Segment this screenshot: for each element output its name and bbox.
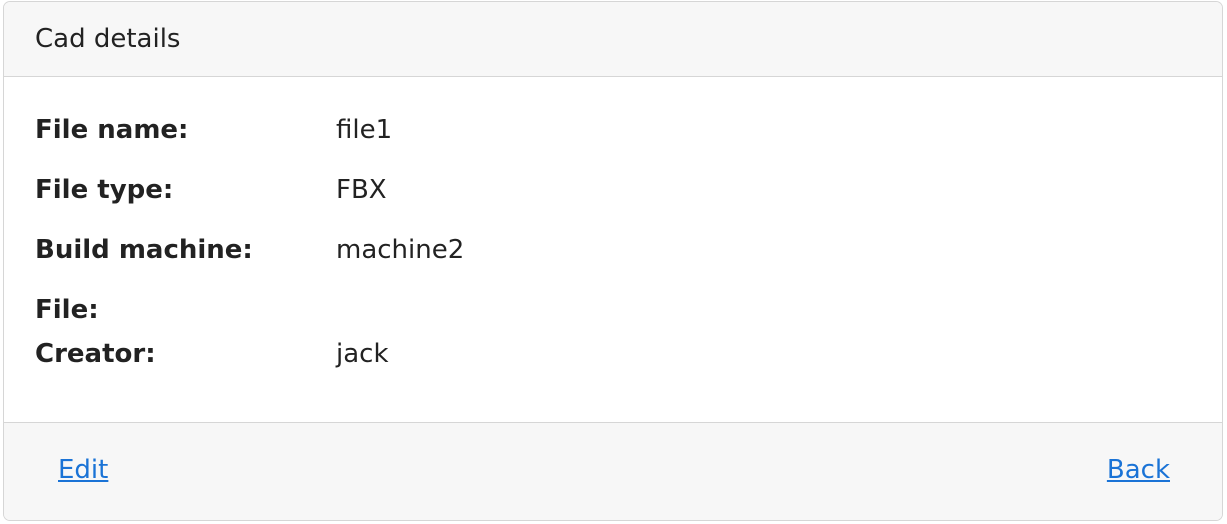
edit-link[interactable]: Edit	[58, 455, 108, 485]
card-footer: Edit Back	[4, 422, 1222, 520]
detail-label: File name:	[35, 115, 189, 145]
card-body: File name: file1 File type: FBX Build ma…	[4, 77, 1222, 423]
back-link[interactable]: Back	[1107, 455, 1170, 485]
detail-row-file-name: File name: file1	[35, 115, 392, 145]
detail-label: Build machine:	[35, 235, 253, 265]
detail-label: Creator:	[35, 339, 156, 369]
detail-value: jack	[336, 339, 389, 369]
cad-details-card: Cad details File name: file1 File type: …	[3, 1, 1223, 521]
detail-value: FBX	[336, 175, 387, 205]
detail-row-file: File:	[35, 295, 336, 325]
detail-row-file-type: File type: FBX	[35, 175, 387, 205]
card-title: Cad details	[35, 24, 181, 54]
card-header: Cad details	[4, 2, 1222, 77]
detail-value: file1	[336, 115, 393, 145]
detail-value: machine2	[336, 235, 465, 265]
detail-row-creator: Creator: jack	[35, 339, 389, 369]
detail-label: File:	[35, 295, 99, 325]
detail-row-build-machine: Build machine: machine2	[35, 235, 464, 265]
detail-label: File type:	[35, 175, 174, 205]
